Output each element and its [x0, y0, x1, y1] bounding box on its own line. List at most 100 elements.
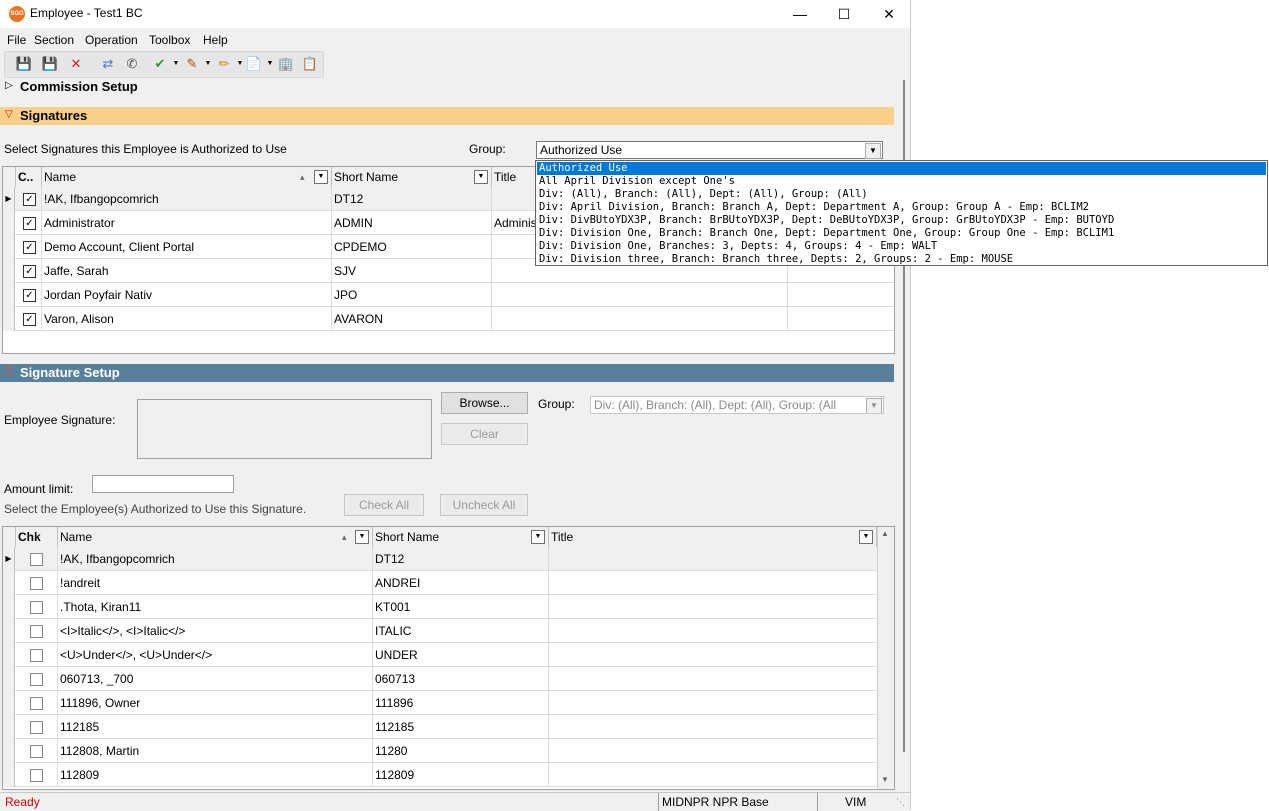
group-select[interactable]: Authorized Use ▼: [536, 141, 883, 159]
dropdown-option[interactable]: Div: DivBUtoYDX3P, Branch: BrBUtoYDX3P, …: [537, 214, 1266, 227]
row-selector[interactable]: [3, 691, 15, 715]
save-close-icon[interactable]: 💾: [41, 55, 59, 73]
row-selector[interactable]: [3, 571, 15, 595]
table-row[interactable]: 112809 112809: [3, 763, 877, 787]
checkbox-checked[interactable]: ✓: [23, 193, 36, 206]
filter-dropdown-icon[interactable]: ▼: [355, 530, 369, 544]
maximize-button[interactable]: ☐: [821, 0, 867, 28]
save-icon[interactable]: 💾: [15, 55, 33, 73]
check-all-button[interactable]: Check All: [344, 494, 424, 516]
table-row[interactable]: 112185 112185: [3, 715, 877, 739]
signature-setup-header[interactable]: ▽ Signature Setup: [0, 364, 894, 382]
menu-file[interactable]: File: [7, 33, 26, 47]
chk-cell[interactable]: [16, 643, 58, 667]
row-selector[interactable]: [3, 283, 15, 307]
filter-dropdown-icon[interactable]: ▼: [531, 530, 545, 544]
title-column-header[interactable]: Title ▼: [549, 527, 877, 547]
filter-dropdown-icon[interactable]: ▼: [474, 170, 488, 184]
menu-help[interactable]: Help: [203, 33, 228, 47]
chk-cell[interactable]: ✓: [16, 211, 42, 235]
checkbox-unchecked[interactable]: [30, 721, 43, 734]
scroll-down-icon[interactable]: ▼: [881, 775, 889, 784]
phone-icon[interactable]: ✆: [123, 55, 141, 73]
checkbox-unchecked[interactable]: [30, 625, 43, 638]
uncheck-all-button[interactable]: Uncheck All: [440, 494, 528, 516]
checkbox-unchecked[interactable]: [30, 745, 43, 758]
row-selector[interactable]: [3, 739, 15, 763]
table-row[interactable]: <I>Italic</>, <I>Italic</> ITALIC: [3, 619, 877, 643]
checkbox-unchecked[interactable]: [30, 769, 43, 782]
chk-cell[interactable]: ✓: [16, 307, 42, 331]
setup-group-select[interactable]: Div: (All), Branch: (All), Dept: (All), …: [590, 396, 884, 414]
chk-cell[interactable]: [16, 715, 58, 739]
checkbox-unchecked[interactable]: [30, 673, 43, 686]
scroll-up-icon[interactable]: ▲: [881, 529, 889, 538]
checkbox-checked[interactable]: ✓: [23, 241, 36, 254]
table-row[interactable]: !andreit ANDREI: [3, 571, 877, 595]
checkbox-unchecked[interactable]: [30, 649, 43, 662]
row-selector[interactable]: [3, 235, 15, 259]
chk-cell[interactable]: [16, 739, 58, 763]
table-row[interactable]: <U>Under</>, <U>Under</> UNDER: [3, 643, 877, 667]
chevron-down-icon[interactable]: ▼: [866, 398, 882, 413]
name-column-header[interactable]: Name ▴ ▼: [42, 167, 332, 187]
building-icon[interactable]: 🏢: [277, 55, 295, 73]
row-selector[interactable]: [3, 307, 15, 331]
dropdown-option[interactable]: Div: April Division, Branch: Branch A, D…: [537, 201, 1266, 214]
table-row[interactable]: ✓ Varon, Alison AVARON: [3, 307, 894, 331]
chk-cell[interactable]: [16, 667, 58, 691]
chevron-down-icon[interactable]: ▼: [865, 143, 881, 159]
signatures-header[interactable]: ▽ Signatures: [0, 107, 894, 125]
chk-cell[interactable]: [16, 571, 58, 595]
dropdown-option[interactable]: Authorized Use: [537, 162, 1266, 175]
table-row[interactable]: .Thota, Kiran11 KT001: [3, 595, 877, 619]
commission-setup-header[interactable]: ▷ Commission Setup: [0, 78, 894, 96]
close-window-button[interactable]: ✕: [866, 0, 912, 28]
row-selector[interactable]: [3, 667, 15, 691]
checkbox-checked[interactable]: ✓: [23, 265, 36, 278]
checkbox-unchecked[interactable]: [30, 697, 43, 710]
checkbox-checked[interactable]: ✓: [23, 313, 36, 326]
menu-toolbox[interactable]: Toolbox: [149, 33, 190, 47]
dropdown-option[interactable]: All April Division except One's: [537, 175, 1266, 188]
chk-cell[interactable]: [16, 691, 58, 715]
checkbox-unchecked[interactable]: [30, 601, 43, 614]
vertical-scrollbar[interactable]: ▲ ▼: [877, 527, 894, 789]
chk-cell[interactable]: ✓: [16, 235, 42, 259]
row-selector[interactable]: [3, 595, 15, 619]
table-row[interactable]: ✓ Jordan Poyfair Nativ JPO: [3, 283, 894, 307]
row-selector[interactable]: ▶: [3, 187, 15, 211]
checkbox-unchecked[interactable]: [30, 553, 43, 566]
checkbox-checked[interactable]: ✓: [23, 217, 36, 230]
dropdown-option[interactable]: Div: Division One, Branch: Branch One, D…: [537, 227, 1266, 240]
transfer-icon[interactable]: ⇄: [99, 55, 117, 73]
table-row[interactable]: 112808, Martin 11280: [3, 739, 877, 763]
row-selector[interactable]: [3, 643, 15, 667]
row-selector[interactable]: [3, 619, 15, 643]
chk-column-header[interactable]: Chk: [16, 527, 58, 547]
filter-dropdown-icon[interactable]: ▼: [859, 530, 873, 544]
chk-cell[interactable]: ✓: [16, 187, 42, 211]
short-name-column-header[interactable]: Short Name ▼: [373, 527, 549, 547]
checkbox-checked[interactable]: ✓: [23, 289, 36, 302]
row-selector[interactable]: [3, 259, 15, 283]
cancel-icon[interactable]: ✕: [67, 55, 85, 73]
menu-operation[interactable]: Operation: [85, 33, 138, 47]
menu-section[interactable]: Section: [34, 33, 74, 47]
table-row[interactable]: 111896, Owner 111896: [3, 691, 877, 715]
row-selector[interactable]: [3, 211, 15, 235]
row-selector[interactable]: ▶: [3, 547, 15, 571]
minimize-button[interactable]: —: [777, 0, 823, 28]
name-column-header[interactable]: Name ▴ ▼: [58, 527, 373, 547]
row-selector[interactable]: [3, 763, 15, 787]
chk-cell[interactable]: ✓: [16, 283, 42, 307]
amount-limit-input[interactable]: [92, 475, 234, 493]
checkbox-unchecked[interactable]: [30, 577, 43, 590]
chk-column-header[interactable]: C..: [16, 167, 42, 187]
chk-cell[interactable]: [16, 547, 58, 571]
report-icon[interactable]: 📋: [301, 55, 319, 73]
chk-cell[interactable]: [16, 595, 58, 619]
table-row[interactable]: ▶ !AK, Ifbangopcomrich DT12: [3, 547, 877, 571]
table-row[interactable]: 060713, _700 060713: [3, 667, 877, 691]
browse-button[interactable]: Browse...: [441, 392, 528, 414]
